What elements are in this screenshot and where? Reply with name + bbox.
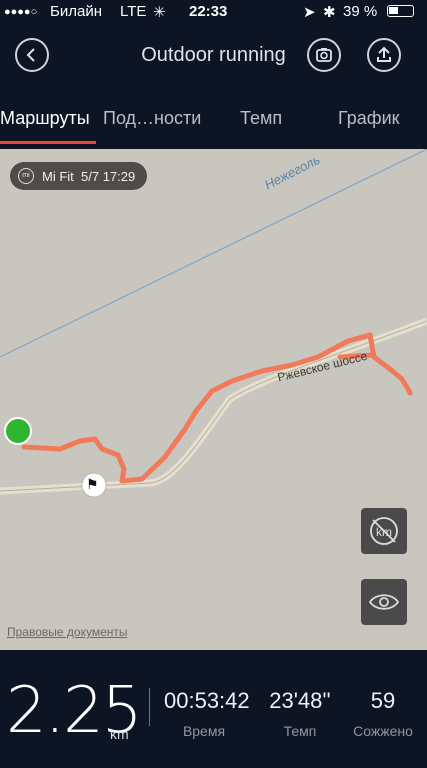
camera-button[interactable]	[307, 38, 341, 72]
duration-value: 00:53:42	[164, 688, 250, 713]
duration-label: Время	[182, 723, 226, 739]
legal-link[interactable]: Правовые документы	[7, 625, 128, 639]
tab-pace[interactable]: Темп	[240, 108, 282, 129]
bluetooth-icon: ✱	[323, 4, 336, 21]
source-badge: mi Mi Fit 5/7 17:29	[10, 162, 148, 190]
calories-value: 59	[370, 688, 396, 713]
clock: 22:33	[189, 3, 228, 20]
km-off-icon: km	[370, 517, 398, 545]
activity-icon: ✳	[153, 4, 166, 21]
carrier-name: Билайн	[50, 3, 102, 20]
tab-routes[interactable]: Маршруты	[0, 108, 90, 129]
camera-icon	[316, 48, 332, 62]
page-title: Outdoor running	[141, 44, 286, 66]
source-time: 5/7 17:29	[81, 168, 136, 184]
pace-label: Темп	[283, 723, 317, 739]
start-marker	[4, 417, 32, 445]
battery-percent: 39 %	[343, 3, 378, 20]
source-app: Mi Fit	[42, 168, 74, 184]
network-type: LTE	[120, 3, 147, 20]
status-bar: ●●●●○ Билайн LTE ✳ 22:33 ➤ ✱ 39 %	[0, 0, 427, 24]
mi-icon: mi	[18, 168, 34, 184]
visibility-toggle-button[interactable]	[361, 579, 407, 625]
upload-icon	[377, 46, 391, 62]
pace-value: 23'48''	[269, 688, 331, 713]
map-canvas	[0, 149, 427, 498]
route-map[interactable]: ⚑ Нежеголь Ржевское шоссе mi Mi Fit 5/7 …	[0, 149, 427, 650]
eye-icon	[368, 594, 400, 610]
battery-icon	[387, 5, 414, 17]
road-line	[0, 317, 427, 495]
share-button[interactable]	[367, 38, 401, 72]
tab-chart[interactable]: График	[338, 108, 400, 129]
signal-strength: ●●●●○	[4, 6, 38, 18]
tab-bar: Маршруты Под…ности Темп График	[0, 94, 427, 146]
tab-details[interactable]: Под…ности	[103, 108, 201, 129]
app-header: Outdoor running	[0, 24, 427, 86]
distance-unit: km	[110, 726, 129, 742]
calories-label: Сожжено	[353, 723, 413, 739]
divider	[149, 688, 150, 726]
location-arrow-icon: ➤	[303, 4, 316, 21]
active-tab-indicator	[0, 141, 96, 144]
stats-panel: 2.25 km 00:53:42 Время 23'48'' Темп 59 С…	[0, 650, 427, 768]
checkered-flag-icon: ⚑	[86, 476, 99, 492]
km-markers-toggle-button[interactable]: km	[361, 508, 407, 554]
